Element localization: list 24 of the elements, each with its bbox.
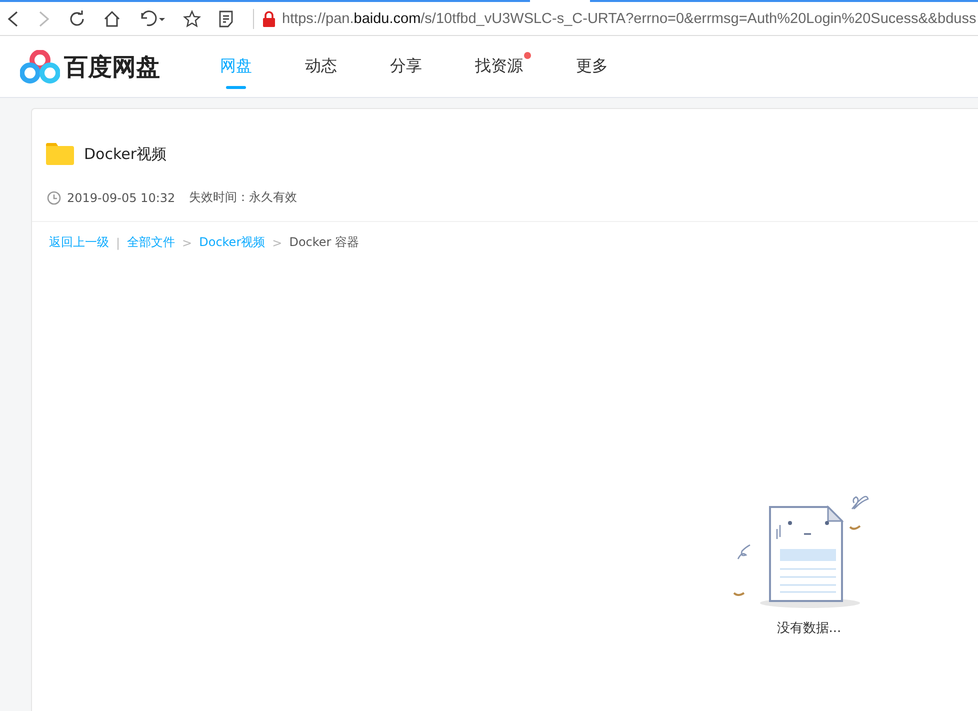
lock-icon — [262, 10, 276, 26]
logo-text: 百度网盘 — [64, 52, 160, 82]
nav-tab[interactable]: 更多 — [576, 36, 608, 97]
nav-tab[interactable]: 找资源 — [475, 36, 531, 97]
breadcrumb-separator: > — [272, 236, 282, 250]
folder-title: Docker视频 — [84, 144, 167, 164]
reload-icon[interactable] — [68, 10, 86, 28]
empty-state-text: 没有数据... — [776, 620, 842, 637]
expiry-text: 失效时间：永久有效 — [189, 189, 298, 206]
star-icon[interactable] — [183, 10, 201, 28]
breadcrumb-separator: | — [116, 236, 120, 250]
clock-icon — [47, 190, 61, 204]
back-icon[interactable] — [6, 10, 20, 26]
breadcrumb-current: Docker 容器 — [289, 234, 360, 251]
share-date: 2019-09-05 10:32 — [67, 190, 176, 204]
notification-dot — [524, 52, 531, 59]
folder-icon — [46, 143, 74, 165]
address-bar[interactable]: https://pan.baidu.com/s/10tfbd_vU3WSLC-s_C-URTA?errno=0&errmsg=Auth%20Login%20Sucess&&bduss — [282, 10, 976, 26]
nav-tab[interactable]: 动态 — [305, 36, 337, 97]
cloud-logo-icon — [20, 50, 60, 84]
home-icon[interactable] — [103, 10, 121, 28]
breadcrumb-separator: > — [182, 236, 192, 250]
nav-tab[interactable]: 分享 — [390, 36, 422, 97]
notes-icon[interactable] — [218, 10, 234, 28]
